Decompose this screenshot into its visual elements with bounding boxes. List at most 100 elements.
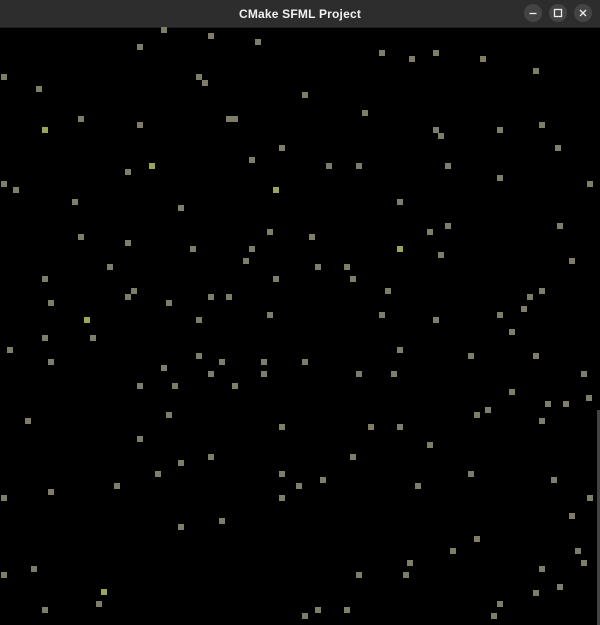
- particle: [48, 489, 54, 495]
- particle: [267, 229, 273, 235]
- particle: [545, 401, 551, 407]
- particle: [350, 454, 356, 460]
- particle: [161, 365, 167, 371]
- particle: [539, 122, 545, 128]
- particle: [72, 199, 78, 205]
- particle: [232, 383, 238, 389]
- particle: [344, 264, 350, 270]
- particle: [527, 294, 533, 300]
- minimize-button[interactable]: [524, 4, 542, 22]
- particle: [480, 56, 486, 62]
- particle: [273, 276, 279, 282]
- particle: [539, 566, 545, 572]
- maximize-button[interactable]: [549, 4, 567, 22]
- particle: [249, 157, 255, 163]
- close-icon: [579, 9, 587, 17]
- particle: [125, 169, 131, 175]
- particle: [178, 524, 184, 530]
- particle: [474, 412, 480, 418]
- particle: [533, 353, 539, 359]
- particle: [78, 116, 84, 122]
- particle: [149, 163, 155, 169]
- particle: [267, 312, 273, 318]
- particle: [587, 495, 593, 501]
- particle: [356, 163, 362, 169]
- particle: [397, 347, 403, 353]
- particle: [202, 80, 208, 86]
- particle: [196, 317, 202, 323]
- particle: [161, 27, 167, 33]
- particle: [208, 371, 214, 377]
- sfml-render-canvas[interactable]: [0, 27, 600, 625]
- particle: [403, 572, 409, 578]
- particle: [243, 258, 249, 264]
- particle: [178, 205, 184, 211]
- particle: [36, 86, 42, 92]
- particle: [302, 92, 308, 98]
- particle: [557, 223, 563, 229]
- particle: [84, 317, 90, 323]
- particle: [581, 560, 587, 566]
- particle: [261, 359, 267, 365]
- particle: [575, 548, 581, 554]
- particle: [586, 395, 592, 401]
- particle: [302, 359, 308, 365]
- particle: [125, 240, 131, 246]
- particle: [172, 383, 178, 389]
- particle: [569, 258, 575, 264]
- particle: [137, 436, 143, 442]
- minimize-icon: [529, 12, 537, 15]
- particle: [25, 418, 31, 424]
- particle: [42, 607, 48, 613]
- particle: [261, 371, 267, 377]
- particle: [368, 424, 374, 430]
- particle: [563, 401, 569, 407]
- particle: [249, 246, 255, 252]
- particle: [219, 359, 225, 365]
- particle: [433, 50, 439, 56]
- particle: [362, 110, 368, 116]
- particle: [581, 371, 587, 377]
- close-button[interactable]: [574, 4, 592, 22]
- particle: [438, 133, 444, 139]
- particle: [379, 50, 385, 56]
- particle: [497, 127, 503, 133]
- particle: [1, 572, 7, 578]
- particle: [208, 294, 214, 300]
- particle: [208, 33, 214, 39]
- title-bar[interactable]: CMake SFML Project: [0, 0, 600, 28]
- particle: [485, 407, 491, 413]
- particle: [433, 317, 439, 323]
- particle: [438, 252, 444, 258]
- particle: [557, 584, 563, 590]
- particle: [533, 590, 539, 596]
- particle: [279, 495, 285, 501]
- particle: [279, 145, 285, 151]
- particle: [114, 483, 120, 489]
- particle: [131, 288, 137, 294]
- particle: [1, 495, 7, 501]
- window-title: CMake SFML Project: [238, 6, 362, 21]
- particle: [315, 607, 321, 613]
- particle: [350, 276, 356, 282]
- particle: [232, 116, 238, 122]
- particle: [509, 329, 515, 335]
- particle: [391, 371, 397, 377]
- particle: [474, 536, 480, 542]
- particle: [326, 163, 332, 169]
- particle: [569, 513, 575, 519]
- particle: [309, 234, 315, 240]
- particle: [155, 471, 161, 477]
- particle: [379, 312, 385, 318]
- particle: [302, 613, 308, 619]
- particle: [42, 276, 48, 282]
- maximize-icon: [553, 8, 563, 18]
- particle: [279, 424, 285, 430]
- particle: [137, 122, 143, 128]
- particle: [409, 56, 415, 62]
- particle: [96, 601, 102, 607]
- particle: [107, 264, 113, 270]
- particle: [397, 199, 403, 205]
- particle: [397, 424, 403, 430]
- particle: [344, 607, 350, 613]
